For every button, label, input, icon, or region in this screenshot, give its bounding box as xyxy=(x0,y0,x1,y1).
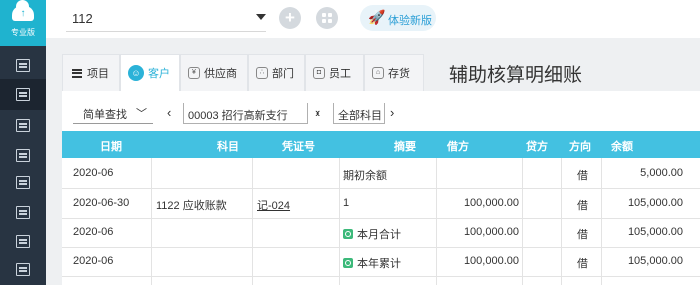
cell-balance: 105,000.00 xyxy=(627,226,683,238)
logo-label: 专业版 xyxy=(11,28,35,37)
cell-summary-wrap: 本年累计 xyxy=(343,255,401,271)
tab-employee[interactable]: ◘ 员工 xyxy=(305,54,364,91)
cell-direction: 借 xyxy=(577,200,588,212)
company-select[interactable]: 112 xyxy=(72,11,93,26)
cell-balance: 5,000.00 xyxy=(640,167,683,179)
department-icon: ∴ xyxy=(256,67,268,79)
header-account: 科目 xyxy=(217,141,239,153)
entity-select[interactable]: 00003 招行高新支行 xyxy=(183,103,308,124)
tab-project[interactable]: 项目 xyxy=(62,54,120,91)
header-date: 日期 xyxy=(100,141,122,153)
subtotal-icon xyxy=(343,229,353,239)
cell-date: 2020-06 xyxy=(73,226,114,238)
prev-account-button[interactable]: ‹ xyxy=(316,105,320,120)
tab-label: 项目 xyxy=(87,68,109,80)
tab-department[interactable]: ∴ 部门 xyxy=(248,54,305,91)
sidebar-item-voucher[interactable] xyxy=(0,79,46,110)
header-summary: 摘要 xyxy=(394,141,416,153)
cell-balance: 105,000.00 xyxy=(627,255,683,267)
apps-button[interactable] xyxy=(316,7,338,29)
list-icon xyxy=(72,68,82,78)
customer-icon: ☺ xyxy=(128,65,144,81)
chart-icon xyxy=(16,119,30,132)
rocket-icon: 🚀 xyxy=(368,9,386,25)
cell-debit: 100,000.00 xyxy=(463,197,519,209)
cell-direction: 借 xyxy=(577,229,588,241)
tab-label: 存货 xyxy=(388,68,410,80)
plus-icon: + xyxy=(285,8,295,27)
header-direction: 方向 xyxy=(569,141,591,153)
cell-debit: 100,000.00 xyxy=(463,226,519,238)
account-value: 全部科目 xyxy=(338,110,382,122)
cell-balance: 105,000.00 xyxy=(627,197,683,209)
next-account-button[interactable]: › xyxy=(390,105,394,120)
sidebar-item-ledger[interactable] xyxy=(0,50,46,81)
chevron-down-icon: ﹀ xyxy=(136,108,147,120)
image-icon xyxy=(16,263,30,276)
supplier-icon: ¥ xyxy=(188,67,200,79)
cloud-upload-icon: ↑ xyxy=(12,0,34,21)
cell-summary-wrap: 本月合计 xyxy=(343,226,401,242)
tab-customer[interactable]: ☺ 客户 xyxy=(120,54,180,91)
inventory-icon: ⌂ xyxy=(372,67,384,79)
cell-summary: 期初余额 xyxy=(343,170,387,182)
query-mode-select[interactable]: 简单查找 ﹀ xyxy=(73,103,153,124)
cell-date: 2020-06-30 xyxy=(73,197,130,209)
cell-summary: 本年累计 xyxy=(357,258,401,270)
account-select[interactable]: 全部科目 xyxy=(333,103,385,124)
caret-down-icon[interactable] xyxy=(256,14,266,20)
cell-date: 2020-06 xyxy=(73,167,114,179)
tab-label: 员工 xyxy=(329,68,351,80)
try-new-version-button[interactable]: 🚀 体验新版 xyxy=(360,5,436,31)
sidebar: ↑ 专业版 xyxy=(0,0,46,285)
subtotal-icon xyxy=(343,258,353,268)
ledger-icon xyxy=(16,59,30,72)
header-voucher: 凭证号 xyxy=(282,141,315,153)
grid-icon xyxy=(322,13,332,23)
cell-summary: 1 xyxy=(343,197,350,209)
sidebar-item-image[interactable] xyxy=(0,254,46,285)
sidebar-item-tool[interactable] xyxy=(0,226,46,257)
tab-label: 客户 xyxy=(148,68,170,80)
cell-summary: 本月合计 xyxy=(357,229,401,241)
tool-icon xyxy=(16,235,30,248)
logo[interactable]: ↑ 专业版 xyxy=(0,0,46,46)
report-icon xyxy=(16,206,30,219)
cell-direction: 借 xyxy=(577,258,588,270)
voucher-link[interactable]: 记-024 xyxy=(257,197,290,213)
prev-entity-button[interactable]: ‹ xyxy=(167,105,171,120)
tab-label: 部门 xyxy=(272,68,294,80)
entity-value: 00003 招行高新支行 xyxy=(188,110,288,122)
cell-direction: 借 xyxy=(577,170,588,182)
table-header: 日期 科目 凭证号 摘要 借方 贷方 方向 余额 xyxy=(62,131,700,158)
add-button[interactable]: + xyxy=(279,7,301,29)
tab-inventory[interactable]: ⌂ 存货 xyxy=(364,54,424,91)
sidebar-item-report[interactable] xyxy=(0,197,46,228)
tab-supplier[interactable]: ¥ 供应商 xyxy=(180,54,248,91)
cell-account: 1122 应收账款 xyxy=(156,200,227,212)
sidebar-item-calendar[interactable] xyxy=(0,167,46,198)
try-new-version-label: 体验新版 xyxy=(388,15,432,27)
calendar-icon xyxy=(16,176,30,189)
book-icon xyxy=(16,149,30,162)
voucher-icon xyxy=(16,88,30,101)
tab-label: 供应商 xyxy=(204,68,237,80)
header-credit: 贷方 xyxy=(526,141,548,153)
header-debit: 借方 xyxy=(447,141,469,153)
cell-debit: 100,000.00 xyxy=(463,255,519,267)
employee-icon: ◘ xyxy=(313,67,325,79)
page-title: 辅助核算明细账 xyxy=(449,65,583,86)
query-mode-value: 简单查找 xyxy=(83,109,127,121)
cell-date: 2020-06 xyxy=(73,255,114,267)
company-underline xyxy=(66,31,266,32)
header-balance: 余额 xyxy=(611,141,633,153)
topbar: 112 + 🚀 体验新版 xyxy=(46,0,700,38)
sidebar-item-chart[interactable] xyxy=(0,110,46,141)
